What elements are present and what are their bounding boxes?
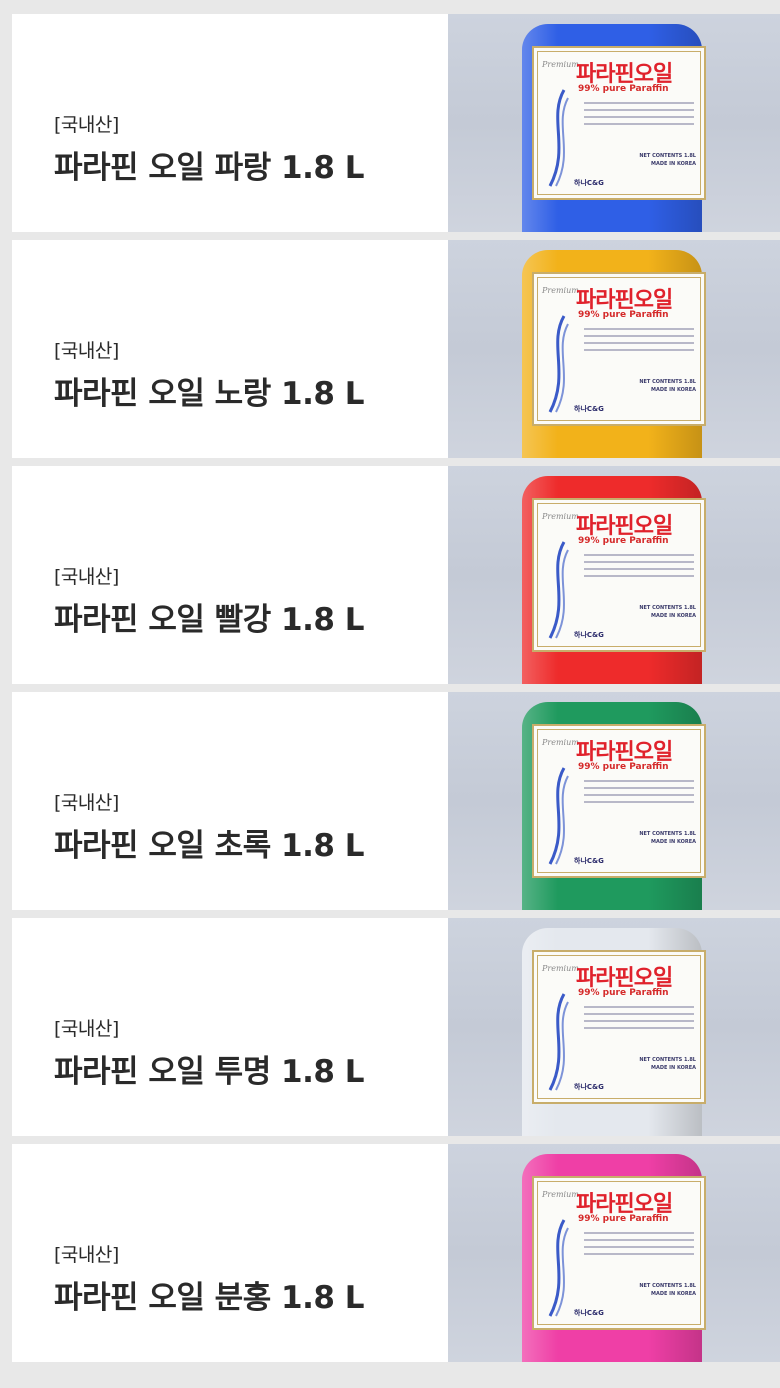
product-text: [국내산] 파라핀 오일 초록 1.8 L — [12, 692, 448, 910]
label-subtitle: 99% pure Paraffin — [578, 988, 669, 998]
product-card: [국내산] 파라핀 오일 파랑 1.8 L Premium 파라핀오일 99% … — [12, 14, 780, 232]
label-brand: 하나C&G — [574, 1309, 604, 1317]
label-brand: 하나C&G — [574, 405, 604, 413]
swoosh-icon — [548, 1219, 569, 1317]
product-name: 파라핀 오일 빨강 1.8 L — [54, 602, 364, 638]
label-text-lines — [584, 1006, 694, 1034]
product-card: [국내산] 파라핀 오일 분홍 1.8 L Premium 파라핀오일 99% … — [12, 1144, 780, 1362]
label-brand: 하나C&G — [574, 1083, 604, 1091]
label-text-lines — [584, 780, 694, 808]
label-premium: Premium — [542, 1190, 579, 1199]
label-text-lines — [584, 102, 694, 130]
label-premium: Premium — [542, 286, 579, 295]
product-name: 파라핀 오일 파랑 1.8 L — [54, 150, 364, 186]
product-list: [국내산] 파라핀 오일 파랑 1.8 L Premium 파라핀오일 99% … — [12, 14, 780, 1370]
product-origin: [국내산] — [54, 1018, 119, 1040]
label-net: NET CONTENTS 1.8L MADE IN KOREA — [639, 153, 696, 167]
product-card: [국내산] 파라핀 오일 빨강 1.8 L Premium 파라핀오일 99% … — [12, 466, 780, 684]
product-text: [국내산] 파라핀 오일 파랑 1.8 L — [12, 14, 448, 232]
label-subtitle: 99% pure Paraffin — [578, 310, 669, 320]
swoosh-icon — [548, 315, 569, 413]
label-brand: 하나C&G — [574, 631, 604, 639]
label-subtitle: 99% pure Paraffin — [578, 1214, 669, 1224]
label-net: NET CONTENTS 1.8L MADE IN KOREA — [639, 831, 696, 845]
label-net: NET CONTENTS 1.8L MADE IN KOREA — [639, 1283, 696, 1297]
bottle-label: Premium 파라핀오일 99% pure Paraffin NET CONT… — [532, 498, 706, 652]
label-premium: Premium — [542, 964, 579, 973]
swoosh-icon — [548, 767, 569, 865]
bottle-label: Premium 파라핀오일 99% pure Paraffin NET CONT… — [532, 272, 706, 426]
label-brand: 하나C&G — [574, 179, 604, 187]
bottle-label: Premium 파라핀오일 99% pure Paraffin NET CONT… — [532, 724, 706, 878]
product-card: [국내산] 파라핀 오일 초록 1.8 L Premium 파라핀오일 99% … — [12, 692, 780, 910]
product-origin: [국내산] — [54, 1244, 119, 1266]
label-net: NET CONTENTS 1.8L MADE IN KOREA — [639, 379, 696, 393]
label-text-lines — [584, 1232, 694, 1260]
label-text-lines — [584, 328, 694, 356]
bottle-label: Premium 파라핀오일 99% pure Paraffin NET CONT… — [532, 46, 706, 200]
product-photo: Premium 파라핀오일 99% pure Paraffin NET CONT… — [448, 918, 780, 1136]
product-photo: Premium 파라핀오일 99% pure Paraffin NET CONT… — [448, 1144, 780, 1362]
product-photo: Premium 파라핀오일 99% pure Paraffin NET CONT… — [448, 240, 780, 458]
product-origin: [국내산] — [54, 340, 119, 362]
swoosh-icon — [548, 541, 569, 639]
product-name: 파라핀 오일 투명 1.8 L — [54, 1054, 364, 1090]
swoosh-icon — [548, 993, 569, 1091]
product-origin: [국내산] — [54, 792, 119, 814]
product-text: [국내산] 파라핀 오일 분홍 1.8 L — [12, 1144, 448, 1362]
product-origin: [국내산] — [54, 114, 119, 136]
product-name: 파라핀 오일 노랑 1.8 L — [54, 376, 364, 412]
label-net: NET CONTENTS 1.8L MADE IN KOREA — [639, 1057, 696, 1071]
label-text-lines — [584, 554, 694, 582]
label-subtitle: 99% pure Paraffin — [578, 762, 669, 772]
product-origin: [국내산] — [54, 566, 119, 588]
label-net: NET CONTENTS 1.8L MADE IN KOREA — [639, 605, 696, 619]
label-premium: Premium — [542, 512, 579, 521]
product-photo: Premium 파라핀오일 99% pure Paraffin NET CONT… — [448, 14, 780, 232]
product-photo: Premium 파라핀오일 99% pure Paraffin NET CONT… — [448, 466, 780, 684]
product-card: [국내산] 파라핀 오일 노랑 1.8 L Premium 파라핀오일 99% … — [12, 240, 780, 458]
label-premium: Premium — [542, 738, 579, 747]
bottle-label: Premium 파라핀오일 99% pure Paraffin NET CONT… — [532, 1176, 706, 1330]
label-subtitle: 99% pure Paraffin — [578, 536, 669, 546]
product-name: 파라핀 오일 초록 1.8 L — [54, 828, 364, 864]
product-text: [국내산] 파라핀 오일 빨강 1.8 L — [12, 466, 448, 684]
product-name: 파라핀 오일 분홍 1.8 L — [54, 1280, 364, 1316]
product-card: [국내산] 파라핀 오일 투명 1.8 L Premium 파라핀오일 99% … — [12, 918, 780, 1136]
product-text: [국내산] 파라핀 오일 투명 1.8 L — [12, 918, 448, 1136]
swoosh-icon — [548, 89, 569, 187]
label-subtitle: 99% pure Paraffin — [578, 84, 669, 94]
product-text: [국내산] 파라핀 오일 노랑 1.8 L — [12, 240, 448, 458]
bottle-label: Premium 파라핀오일 99% pure Paraffin NET CONT… — [532, 950, 706, 1104]
label-premium: Premium — [542, 60, 579, 69]
label-brand: 하나C&G — [574, 857, 604, 865]
product-photo: Premium 파라핀오일 99% pure Paraffin NET CONT… — [448, 692, 780, 910]
